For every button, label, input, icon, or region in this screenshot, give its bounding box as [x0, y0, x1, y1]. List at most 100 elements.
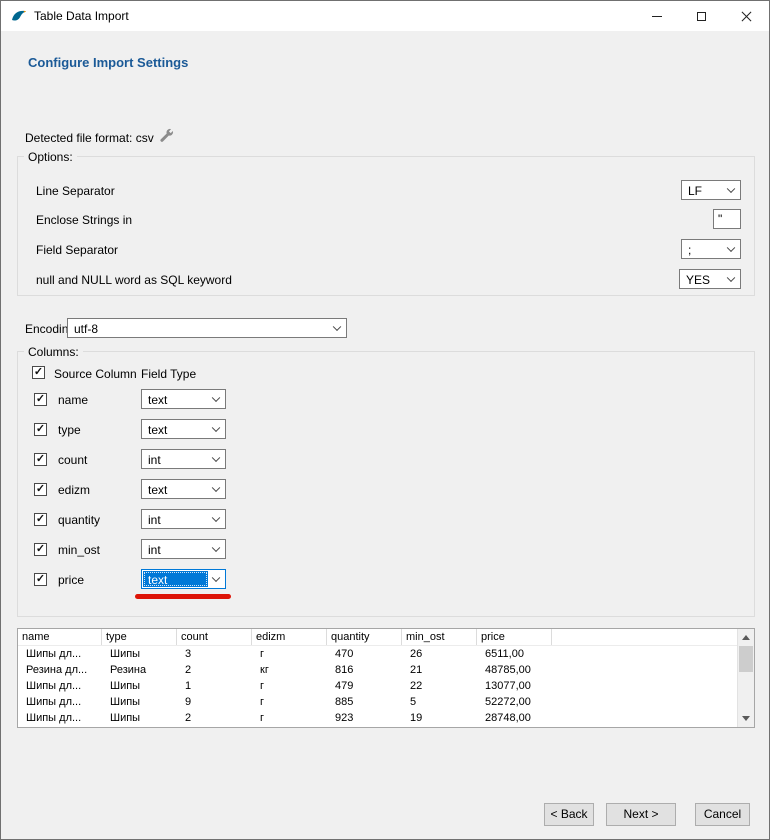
table-row: Шипы дл... Шипы 1 г 479 22 13077,00	[18, 678, 737, 694]
cell: 13077,00	[477, 678, 552, 694]
scrollbar-thumb[interactable]	[739, 646, 753, 672]
cell: 28748,00	[477, 710, 552, 726]
cell: 22	[402, 678, 477, 694]
field-type-select-quantity[interactable]: int	[141, 509, 226, 529]
cell: г	[252, 678, 327, 694]
cell: 923	[327, 710, 402, 726]
chevron-down-icon	[212, 394, 220, 402]
field-type-select-type[interactable]: text	[141, 419, 226, 439]
minimize-button[interactable]	[634, 1, 679, 31]
cell: Шипы дл...	[18, 710, 102, 726]
cell: 19	[402, 710, 477, 726]
scroll-down-icon[interactable]	[742, 716, 750, 721]
page-title: Configure Import Settings	[28, 55, 188, 70]
cell: г	[252, 646, 327, 662]
select-all-columns-checkbox[interactable]: ✓	[32, 366, 45, 379]
cell: Шипы дл...	[18, 694, 102, 710]
field-type-select-name[interactable]: text	[141, 389, 226, 409]
cell: Шипы	[102, 646, 177, 662]
column-checkbox-count[interactable]: ✓	[34, 453, 47, 466]
preview-header[interactable]: edizm	[252, 629, 327, 645]
null-keyword-label: null and NULL word as SQL keyword	[36, 273, 232, 287]
line-separator-select[interactable]: LF	[681, 180, 741, 200]
vertical-scrollbar[interactable]	[737, 629, 754, 727]
column-name: min_ost	[58, 543, 100, 557]
preview-header[interactable]: count	[177, 629, 252, 645]
cell: 479	[327, 678, 402, 694]
table-row: Шипы дл... Шипы 3 г 470 26 6511,00	[18, 646, 737, 662]
scroll-up-icon[interactable]	[742, 635, 750, 640]
window-title: Table Data Import	[34, 9, 129, 23]
column-name: quantity	[58, 513, 100, 527]
preview-header[interactable]: min_ost	[402, 629, 477, 645]
field-type-select-count[interactable]: int	[141, 449, 226, 469]
preview-header[interactable]: type	[102, 629, 177, 645]
enclose-strings-label: Enclose Strings in	[36, 213, 132, 227]
annotation-underline	[135, 594, 231, 599]
column-name: name	[58, 393, 88, 407]
field-separator-select[interactable]: ;	[681, 239, 741, 259]
next-button[interactable]: Next >	[606, 803, 676, 826]
chevron-down-icon	[212, 424, 220, 432]
null-keyword-select[interactable]: YES	[679, 269, 741, 289]
options-legend: Options:	[24, 150, 77, 164]
field-type-select-min-ost[interactable]: int	[141, 539, 226, 559]
cell: г	[252, 710, 327, 726]
chevron-down-icon	[212, 574, 220, 582]
cell: 2	[177, 710, 252, 726]
table-row: Шипы дл... Шипы 2 г 923 19 28748,00	[18, 710, 737, 726]
columns-groupbox	[17, 351, 755, 617]
preview-header[interactable]: name	[18, 629, 102, 645]
column-checkbox-name[interactable]: ✓	[34, 393, 47, 406]
column-name: price	[58, 573, 84, 587]
chevron-down-icon	[333, 323, 341, 331]
column-name: edizm	[58, 483, 90, 497]
cell: кг	[252, 662, 327, 678]
cancel-button[interactable]: Cancel	[695, 803, 750, 826]
field-type-header: Field Type	[141, 367, 196, 381]
back-button[interactable]: < Back	[544, 803, 594, 826]
chevron-down-icon	[727, 185, 735, 193]
field-type-select-edizm[interactable]: text	[141, 479, 226, 499]
maximize-icon	[697, 12, 706, 21]
title-bar: Table Data Import	[1, 1, 769, 31]
close-button[interactable]	[724, 1, 769, 31]
cell: 2	[177, 662, 252, 678]
field-type-select-price[interactable]: text	[141, 569, 226, 589]
preview-header-row: name type count edizm quantity min_ost p…	[18, 629, 737, 646]
column-checkbox-edizm[interactable]: ✓	[34, 483, 47, 496]
encoding-select[interactable]: utf-8	[67, 318, 347, 338]
maximize-button[interactable]	[679, 1, 724, 31]
cell: Шипы дл...	[18, 678, 102, 694]
minimize-icon	[652, 16, 662, 17]
enclose-strings-input[interactable]	[713, 209, 741, 229]
column-checkbox-price[interactable]: ✓	[34, 573, 47, 586]
chevron-down-icon	[212, 544, 220, 552]
column-name: count	[58, 453, 87, 467]
chevron-down-icon	[212, 514, 220, 522]
cell: 26	[402, 646, 477, 662]
cell: 48785,00	[477, 662, 552, 678]
preview-table: name type count edizm quantity min_ost p…	[17, 628, 755, 728]
preview-header[interactable]: price	[477, 629, 552, 645]
column-checkbox-type[interactable]: ✓	[34, 423, 47, 436]
cell: 885	[327, 694, 402, 710]
cell: Шипы	[102, 710, 177, 726]
source-column-header: Source Column	[54, 367, 137, 381]
table-row: Шипы дл... Шипы 9 г 885 5 52272,00	[18, 694, 737, 710]
cell: Шипы дл...	[18, 646, 102, 662]
cell: Резина	[102, 662, 177, 678]
column-checkbox-min-ost[interactable]: ✓	[34, 543, 47, 556]
cell: 470	[327, 646, 402, 662]
column-name: type	[58, 423, 81, 437]
columns-legend: Columns:	[24, 345, 83, 359]
table-row: Резина дл... Резина 2 кг 816 21 48785,00	[18, 662, 737, 678]
cell: Шипы	[102, 694, 177, 710]
preview-header[interactable]: quantity	[327, 629, 402, 645]
chevron-down-icon	[212, 454, 220, 462]
detected-format-label: Detected file format: csv	[25, 131, 154, 145]
mysql-dolphin-icon	[11, 8, 27, 24]
table-data-import-window: Table Data Import Configure Import Setti…	[0, 0, 770, 840]
wrench-icon[interactable]	[159, 128, 174, 143]
column-checkbox-quantity[interactable]: ✓	[34, 513, 47, 526]
